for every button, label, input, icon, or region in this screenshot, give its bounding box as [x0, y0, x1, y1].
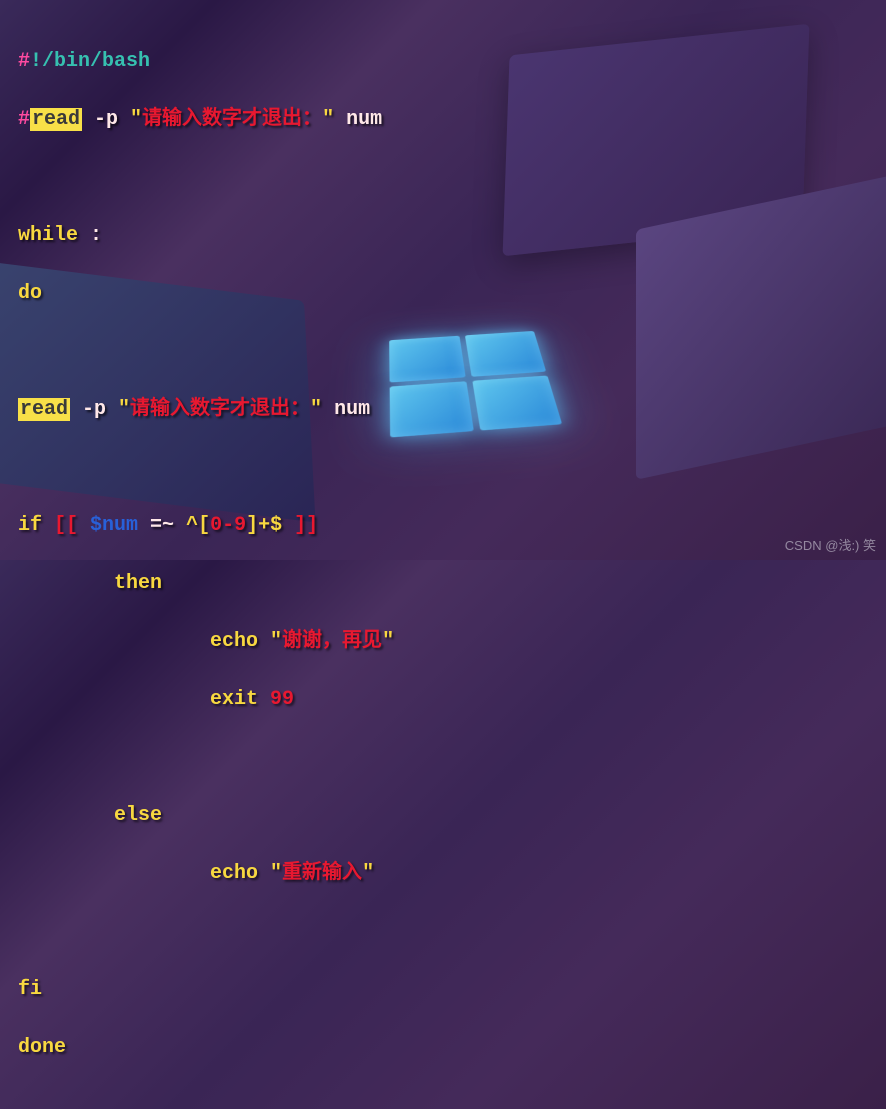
- shebang-path: /bin/bash: [42, 50, 150, 73]
- flag: -p: [70, 398, 118, 421]
- flag: -p: [82, 108, 130, 131]
- string-msg: 重新输入: [282, 862, 362, 885]
- code-line: do: [18, 279, 868, 308]
- quote: ": [118, 398, 130, 421]
- quote: ": [362, 862, 374, 885]
- exit-code: 99: [270, 688, 294, 711]
- keyword-then: then: [18, 572, 162, 595]
- code-line: #!/bin/bash: [18, 47, 868, 76]
- blank-line: [18, 743, 868, 772]
- bracket: ]]: [282, 514, 318, 537]
- keyword-read-highlighted: read: [30, 108, 82, 131]
- keyword-exit: exit: [18, 688, 270, 711]
- variable: $num: [90, 514, 138, 537]
- operator: =~: [138, 514, 186, 537]
- bracket: [[: [42, 514, 90, 537]
- blank-line: [18, 163, 868, 192]
- keyword-do: do: [18, 282, 42, 305]
- regex-range: 0-9: [210, 514, 246, 537]
- string-prompt: 请输入数字才退出：: [130, 398, 310, 421]
- string-prompt: 请输入数字才退出：: [142, 108, 322, 131]
- code-line: #read -p "请输入数字才退出：" num: [18, 105, 868, 134]
- comment-hash: #: [18, 50, 30, 73]
- keyword-read-highlighted: read: [18, 398, 70, 421]
- quote: ": [322, 108, 346, 131]
- code-line: while :: [18, 221, 868, 250]
- code-line: then: [18, 569, 868, 598]
- keyword-done: done: [18, 1036, 66, 1059]
- comment-hash: #: [18, 108, 30, 131]
- keyword-echo: echo: [18, 862, 270, 885]
- code-block: #!/bin/bash #read -p "请输入数字才退出：" num whi…: [0, 0, 886, 1109]
- regex: ^[: [186, 514, 210, 537]
- code-line: echo "谢谢，再见": [18, 627, 868, 656]
- quote: ": [130, 108, 142, 131]
- var-name: num: [334, 398, 370, 421]
- blank-line: [18, 917, 868, 946]
- watermark: CSDN @浅:) 笑: [785, 535, 876, 554]
- code-line: if [[ $num =~ ^[0-9]+$ ]]: [18, 511, 868, 540]
- code-line: echo "重新输入": [18, 859, 868, 888]
- code-line: exit 99: [18, 685, 868, 714]
- var-name: num: [346, 108, 382, 131]
- keyword-echo: echo: [18, 630, 270, 653]
- code-line: done: [18, 1033, 868, 1062]
- code-line: else: [18, 801, 868, 830]
- blank-line: [18, 337, 868, 366]
- code-line: fi: [18, 975, 868, 1004]
- quote: ": [270, 862, 282, 885]
- quote: ": [310, 398, 334, 421]
- keyword-else: else: [18, 804, 162, 827]
- colon: :: [78, 224, 102, 247]
- regex: ]+$: [246, 514, 282, 537]
- keyword-if: if: [18, 514, 42, 537]
- shebang-bang: !: [30, 50, 42, 73]
- keyword-fi: fi: [18, 978, 42, 1001]
- string-msg: 谢谢，再见: [282, 630, 382, 653]
- quote: ": [382, 630, 394, 653]
- blank-line: [18, 453, 868, 482]
- code-line: read -p "请输入数字才退出：" num: [18, 395, 868, 424]
- keyword-while: while: [18, 224, 78, 247]
- quote: ": [270, 630, 282, 653]
